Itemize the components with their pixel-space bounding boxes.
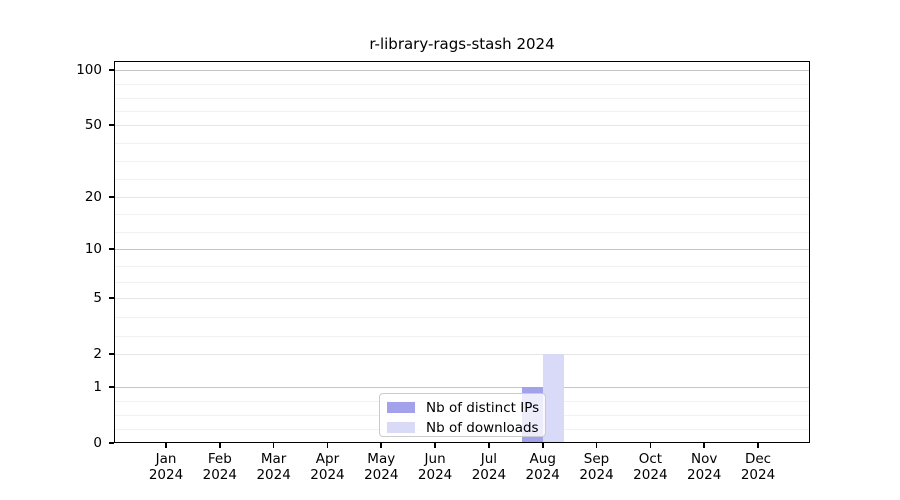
x-tick-label: Jan 2024 [139,451,193,483]
x-tick-year: 2024 [525,466,560,483]
x-tick-year: 2024 [310,466,345,483]
y-axis-tick [109,442,114,444]
legend-swatch-distinct-ips [387,402,415,413]
y-tick-label: 50 [84,117,102,134]
x-tick-label: Sep 2024 [570,451,624,483]
gridline-minor [114,316,810,318]
gridline-minor [114,281,810,283]
x-tick-year: 2024 [740,466,776,483]
x-tick-month: Sep [583,451,610,467]
x-axis-tick [595,443,598,448]
chart-figure: r-library-rags-stash 2024 Nb of distinct… [0,0,900,500]
x-tick-label: May 2024 [354,451,408,483]
gridline-y-10 [114,249,810,251]
x-tick-month: Oct [638,451,663,467]
y-axis-tick [109,353,114,355]
y-tick-label: 5 [93,290,102,307]
x-tick-month: Jun [424,451,446,467]
x-axis-tick [434,443,436,448]
gridline-minor [114,335,810,337]
x-tick-label: Aug 2024 [516,451,570,483]
x-axis-tick [380,443,383,448]
x-axis-tick [165,443,167,448]
gridline-minor [114,83,810,85]
y-axis-tick [109,297,114,299]
x-tick-label: Dec 2024 [731,451,785,483]
x-tick-month: Jul [480,451,498,467]
gridline-minor [114,265,810,267]
y-tick-label: 2 [93,346,102,363]
y-axis-tick [109,69,114,71]
x-tick-month: Apr [315,451,340,467]
gridline-minor [114,143,810,145]
x-tick-year: 2024 [148,466,184,483]
y-axis-tick [109,196,114,198]
x-tick-year: 2024 [579,466,614,483]
gridline-minor [114,161,810,163]
x-tick-month: Nov [690,451,718,467]
x-axis-tick [272,443,275,448]
x-tick-month: Dec [744,451,772,467]
x-axis-tick [703,443,705,448]
gridline-minor [114,214,810,216]
x-axis-tick [757,443,759,448]
legend-item-distinct-ips: Nb of distinct IPs [387,399,539,416]
gridline-y-2 [114,354,810,356]
chart-title: r-library-rags-stash 2024 [369,35,555,53]
gridline-y-20 [114,196,810,198]
gridline-minor [114,97,810,99]
x-tick-label: Oct 2024 [623,451,677,483]
y-axis-tick [109,386,114,388]
legend-label-downloads: Nb of downloads [426,419,539,436]
x-tick-year: 2024 [256,466,291,483]
x-tick-month: Feb [207,451,232,467]
x-tick-label: Feb 2024 [193,451,247,483]
x-tick-year: 2024 [686,466,722,483]
x-tick-year: 2024 [202,466,237,483]
gridline-y-50 [114,125,810,127]
x-axis-tick [219,443,221,448]
x-tick-year: 2024 [471,466,507,483]
y-tick-label: 0 [93,435,102,451]
x-tick-month: Mar [260,451,287,467]
y-tick-label: 20 [84,188,102,205]
gridline-minor [114,111,810,113]
x-axis-tick [326,443,329,448]
y-tick-label: 100 [76,62,102,78]
gridline-y-5 [114,298,810,300]
x-tick-label: Mar 2024 [247,451,301,483]
plot-area [114,61,810,443]
x-tick-label: Apr 2024 [300,451,354,483]
legend-label-distinct-ips: Nb of distinct IPs [426,399,540,416]
y-axis-tick [109,124,114,127]
x-axis-tick [541,443,544,448]
legend-item-downloads: Nb of downloads [387,419,539,436]
gridline-y-1 [114,386,810,388]
y-axis-tick [109,248,114,250]
x-tick-year: 2024 [364,466,399,483]
gridline-y-100 [114,70,810,71]
x-tick-year: 2024 [633,466,668,483]
x-tick-label: Jul 2024 [462,451,516,483]
x-tick-month: Jan [155,451,177,467]
x-tick-month: May [367,451,396,467]
y-tick-label: 1 [93,378,102,395]
x-tick-label: Jun 2024 [408,451,462,483]
x-axis-tick [488,443,490,448]
x-tick-label: Nov 2024 [677,451,731,483]
x-tick-month: Aug [529,451,556,467]
legend-swatch-downloads [387,422,415,433]
gridline-minor [114,231,810,233]
y-tick-label: 10 [84,241,102,258]
x-axis-tick [649,443,652,448]
x-tick-year: 2024 [417,466,453,483]
gridline-minor [114,179,810,180]
legend: Nb of distinct IPs Nb of downloads [379,393,546,437]
